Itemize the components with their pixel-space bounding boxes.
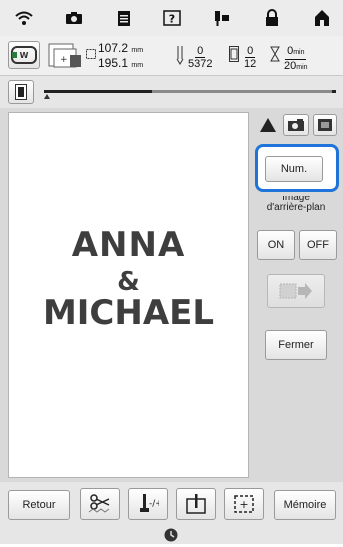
svg-text:-/+: -/+ [149,499,159,509]
progress-marker[interactable] [44,94,50,99]
bottom-toolbar: Retour -/+ + Mémoire [0,482,343,544]
status-bar: ? [0,0,343,36]
cut-settings-button[interactable] [80,488,120,520]
size-readout: 107.2 mm 195.1 mm [98,42,143,72]
stitch-progress-row [0,76,343,108]
progress-segment-light [152,90,332,93]
camera-icon[interactable] [64,8,84,28]
spool-icon [229,46,239,67]
svg-text:+: + [239,498,248,511]
embroidery-preview[interactable]: ANNA & MICHAEL [8,112,249,478]
svg-text:?: ? [169,13,175,26]
bg-off-button[interactable]: OFF [299,230,337,260]
svg-text:+: + [60,55,68,65]
needle-icon[interactable] [212,8,232,28]
trial-button[interactable]: + [224,488,264,520]
info-bar: W + 107.2 mm 195.1 mm 0 5372 0 12 0min 2… [0,36,343,76]
bg-on-button[interactable]: ON [257,230,295,260]
width-unit: mm [131,47,144,54]
wifi-icon[interactable] [14,8,34,28]
document-icon[interactable] [114,8,134,28]
home-icon[interactable] [312,8,332,28]
bg-image-label-line2: d'arrière-plan [266,202,326,213]
time-counter: 0min 20min [284,45,308,74]
needle-position-button[interactable] [176,488,216,520]
memory-button[interactable]: Mémoire [274,490,336,520]
height-value: 195.1 [98,56,129,70]
svg-text:W: W [20,51,29,60]
side-panel: Num. Image d'arrière-plan ON OFF Fermer [253,112,339,478]
tension-button[interactable]: -/+ [128,488,168,520]
close-button[interactable]: Fermer [265,330,327,360]
time-unit: min [293,49,305,56]
stitch-counter: 0 5372 [188,45,212,70]
triangle-icon[interactable] [257,114,279,136]
color-counter: 0 12 [244,45,256,70]
thread-color-button[interactable] [8,80,34,104]
time-total-unit: min [296,64,308,71]
height-unit: mm [131,62,144,69]
needle-count-icon [176,45,184,70]
design-line-3: MICHAEL [42,293,215,333]
layout-icon: + [48,43,82,69]
frame-icon[interactable]: W [8,41,40,69]
help-icon[interactable]: ? [162,8,182,28]
time-total: 20 [284,60,297,72]
background-view-button[interactable] [313,114,337,136]
size-icon [86,46,96,64]
num-button[interactable]: Num. [265,156,323,182]
embroidery-screen: ? W + 107.2 mm 195.1 mm 0 5372 0 12 0min… [0,0,343,544]
camera-view-button[interactable] [283,114,309,136]
clock-icon [164,528,178,542]
lock-icon[interactable] [262,8,282,28]
stitch-total: 5372 [188,58,213,70]
color-current: 0 [245,45,256,58]
color-total: 12 [244,58,257,70]
design-line-1: ANNA [71,225,186,265]
bg-image-label: Image d'arrière-plan [253,196,339,214]
back-button[interactable]: Retour [8,490,70,520]
width-value: 107.2 [98,41,129,55]
stitch-current: 0 [195,45,206,58]
transfer-button[interactable] [267,274,325,308]
hourglass-icon [270,46,280,67]
